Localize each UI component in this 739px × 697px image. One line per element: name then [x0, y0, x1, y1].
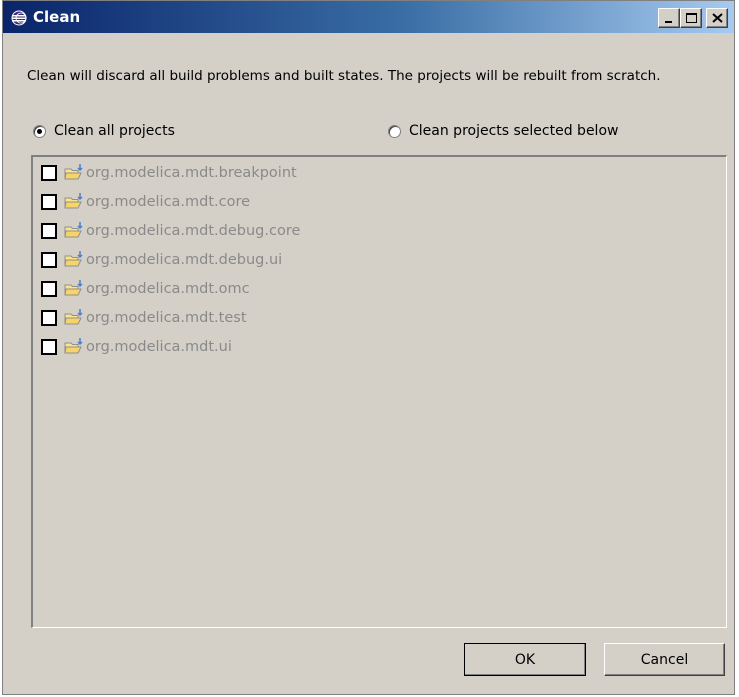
close-icon [712, 13, 723, 23]
clean-all-label: Clean all projects [54, 123, 175, 139]
project-folder-icon [64, 164, 83, 180]
project-item[interactable]: org.modelica.mdt.ui [41, 336, 232, 358]
project-item[interactable]: org.modelica.mdt.test [41, 307, 247, 329]
maximize-button[interactable] [680, 8, 702, 28]
project-label: org.modelica.mdt.ui [86, 339, 232, 355]
clean-dialog: Clean Clean will discard all build probl… [2, 0, 735, 695]
clean-all-option[interactable]: Clean all projects [33, 123, 175, 139]
project-item[interactable]: org.modelica.mdt.debug.core [41, 220, 300, 242]
project-checkbox[interactable] [41, 339, 57, 355]
project-label: org.modelica.mdt.debug.core [86, 223, 301, 239]
eclipse-icon [11, 10, 27, 26]
description-text: Clean will discard all build problems an… [27, 68, 661, 84]
title-bar[interactable]: Clean [3, 1, 734, 33]
project-checkbox[interactable] [41, 252, 57, 268]
project-checkbox[interactable] [41, 223, 57, 239]
project-folder-icon [64, 309, 83, 325]
maximize-icon [686, 13, 697, 23]
project-label: org.modelica.mdt.test [86, 310, 247, 326]
window-title: Clean [33, 8, 81, 26]
minimize-button[interactable] [658, 8, 680, 28]
minimize-icon [665, 21, 672, 23]
project-label: org.modelica.mdt.core [86, 194, 251, 210]
clean-selected-label: Clean projects selected below [409, 123, 619, 139]
clean-selected-radio[interactable] [388, 124, 401, 138]
project-checkbox[interactable] [41, 194, 57, 210]
project-folder-icon [64, 193, 83, 209]
project-item[interactable]: org.modelica.mdt.debug.ui [41, 249, 282, 271]
ok-button[interactable]: OK [464, 643, 586, 676]
close-button[interactable] [706, 8, 728, 28]
project-folder-icon [64, 280, 83, 296]
project-folder-icon [64, 251, 83, 267]
project-item[interactable]: org.modelica.mdt.breakpoint [41, 162, 297, 184]
clean-all-radio[interactable] [33, 124, 46, 138]
clean-selected-option[interactable]: Clean projects selected below [388, 123, 618, 139]
project-label: org.modelica.mdt.debug.ui [86, 252, 283, 268]
project-label: org.modelica.mdt.breakpoint [86, 165, 297, 181]
project-checkbox[interactable] [41, 165, 57, 181]
project-folder-icon [64, 338, 83, 354]
project-item[interactable]: org.modelica.mdt.core [41, 191, 250, 213]
project-label: org.modelica.mdt.omc [86, 281, 250, 297]
project-item[interactable]: org.modelica.mdt.omc [41, 278, 250, 300]
project-list[interactable]: org.modelica.mdt.breakpoint org.modelica… [31, 155, 727, 628]
project-folder-icon [64, 222, 83, 238]
project-checkbox[interactable] [41, 281, 57, 297]
project-checkbox[interactable] [41, 310, 57, 326]
cancel-button[interactable]: Cancel [604, 643, 725, 676]
